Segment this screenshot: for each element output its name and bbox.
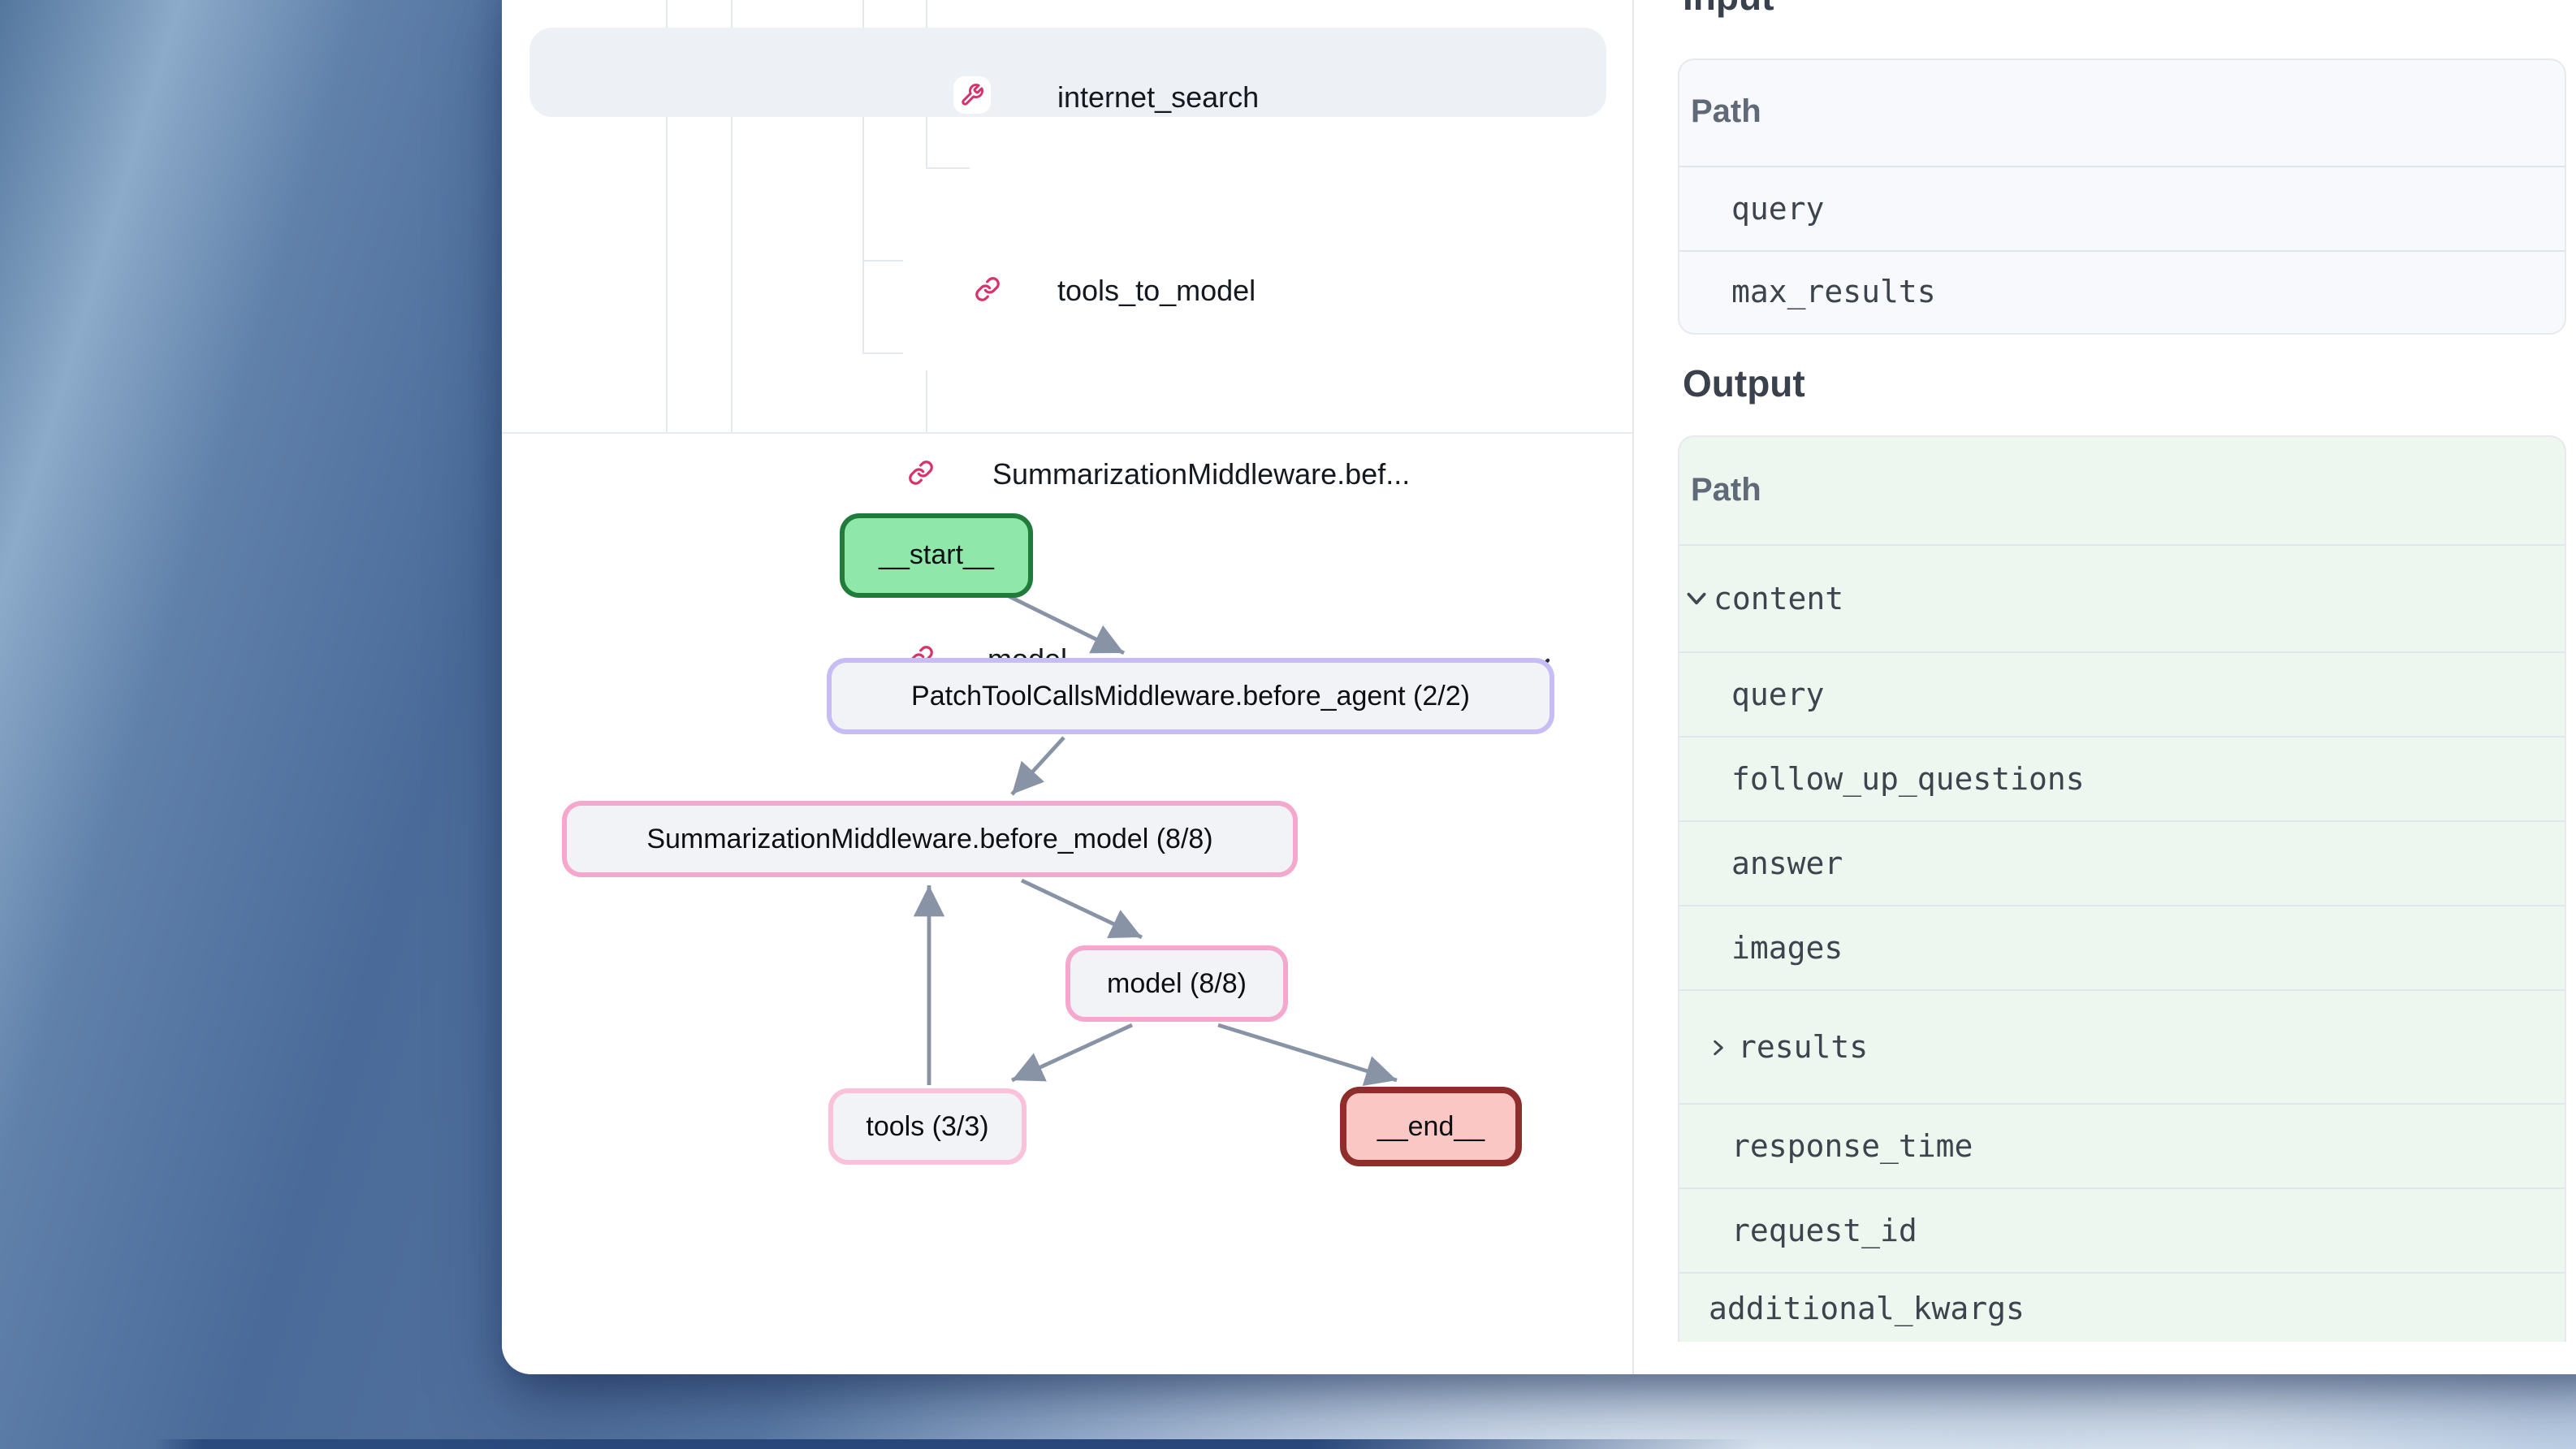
node-label: SummarizationMiddleware.before_model (8/… <box>646 823 1212 855</box>
path-row[interactable]: follow_up_questions <box>1679 736 2565 820</box>
graph-edges <box>502 432 1632 1374</box>
input-path-table: Path query max_results <box>1678 58 2566 335</box>
graph-node-summarization-middleware[interactable]: SummarizationMiddleware.before_model (8/… <box>562 801 1298 877</box>
path-row[interactable]: max_results <box>1679 250 2565 333</box>
window-content: internet_search tools_to_model <box>502 0 2576 1374</box>
path-row[interactable]: images <box>1679 905 2565 989</box>
path-label: additional_kwargs <box>1709 1291 2025 1326</box>
path-label: follow_up_questions <box>1731 761 2085 797</box>
path-label: answer <box>1731 846 1843 881</box>
node-label: __end__ <box>1377 1110 1485 1143</box>
path-label: content <box>1714 581 1843 616</box>
tool-icon-box <box>953 76 991 114</box>
tree-row-internet-search[interactable]: internet_search <box>502 26 1632 117</box>
graph-node-tools[interactable]: tools (3/3) <box>828 1088 1027 1165</box>
graph-node-end[interactable]: __end__ <box>1340 1087 1522 1166</box>
input-section-title: Input <box>1683 0 1774 16</box>
path-row[interactable]: content <box>1679 544 2565 651</box>
path-label: results <box>1738 1029 1868 1065</box>
wrench-icon <box>960 83 984 107</box>
path-label: max_results <box>1731 275 1936 310</box>
graph-node-model[interactable]: model (8/8) <box>1065 945 1288 1022</box>
path-column-header: Path <box>1679 60 2565 166</box>
path-label: query <box>1731 191 1824 227</box>
trace-tree: internet_search tools_to_model <box>502 0 1632 434</box>
tree-row-label: internet_search <box>1057 81 1259 115</box>
path-label: query <box>1731 677 1824 712</box>
desktop-bottom-bar <box>154 1439 1759 1449</box>
path-row[interactable]: response_time <box>1679 1103 2565 1187</box>
chevron-down-icon[interactable] <box>1684 586 1709 611</box>
tree-row-summarization-middleware[interactable]: SummarizationMiddleware.bef... <box>502 214 1632 305</box>
trace-pane: internet_search tools_to_model <box>502 0 1634 1374</box>
path-label: request_id <box>1731 1213 1917 1248</box>
output-section-title: Output <box>1683 364 1805 403</box>
node-label: tools (3/3) <box>866 1110 988 1143</box>
node-label: PatchToolCallsMiddleware.before_agent (2… <box>911 680 1470 712</box>
path-row[interactable]: results <box>1679 989 2565 1103</box>
graph-node-patch-tool-calls-middleware[interactable]: PatchToolCallsMiddleware.before_agent (2… <box>827 658 1554 734</box>
tree-row-tools-to-model[interactable]: tools_to_model <box>502 123 1632 214</box>
node-label: model (8/8) <box>1107 967 1247 1000</box>
path-label: images <box>1731 930 1843 966</box>
output-path-table: Path content query follow_up_questionsansw… <box>1678 435 2566 1342</box>
path-column-header: Path <box>1679 437 2565 544</box>
chevron-right-icon[interactable] <box>1709 1037 1728 1057</box>
path-row[interactable]: request_id <box>1679 1187 2565 1272</box>
path-label: response_time <box>1731 1128 1973 1164</box>
path-row[interactable]: additional_kwargs <box>1679 1272 2565 1342</box>
path-row[interactable]: answer <box>1679 820 2565 905</box>
path-row[interactable]: query <box>1679 166 2565 250</box>
agent-graph: __start__ PatchToolCallsMiddleware.befor… <box>502 432 1632 1374</box>
path-row[interactable]: query <box>1679 651 2565 736</box>
run-inspector-pane: Input Path query max_results Output Path … <box>1634 0 2576 1374</box>
app-window: internet_search tools_to_model <box>502 0 2576 1374</box>
tree-row-model[interactable]: model <box>502 307 1632 398</box>
graph-node-start[interactable]: __start__ <box>840 513 1033 598</box>
node-label: __start__ <box>879 539 994 572</box>
